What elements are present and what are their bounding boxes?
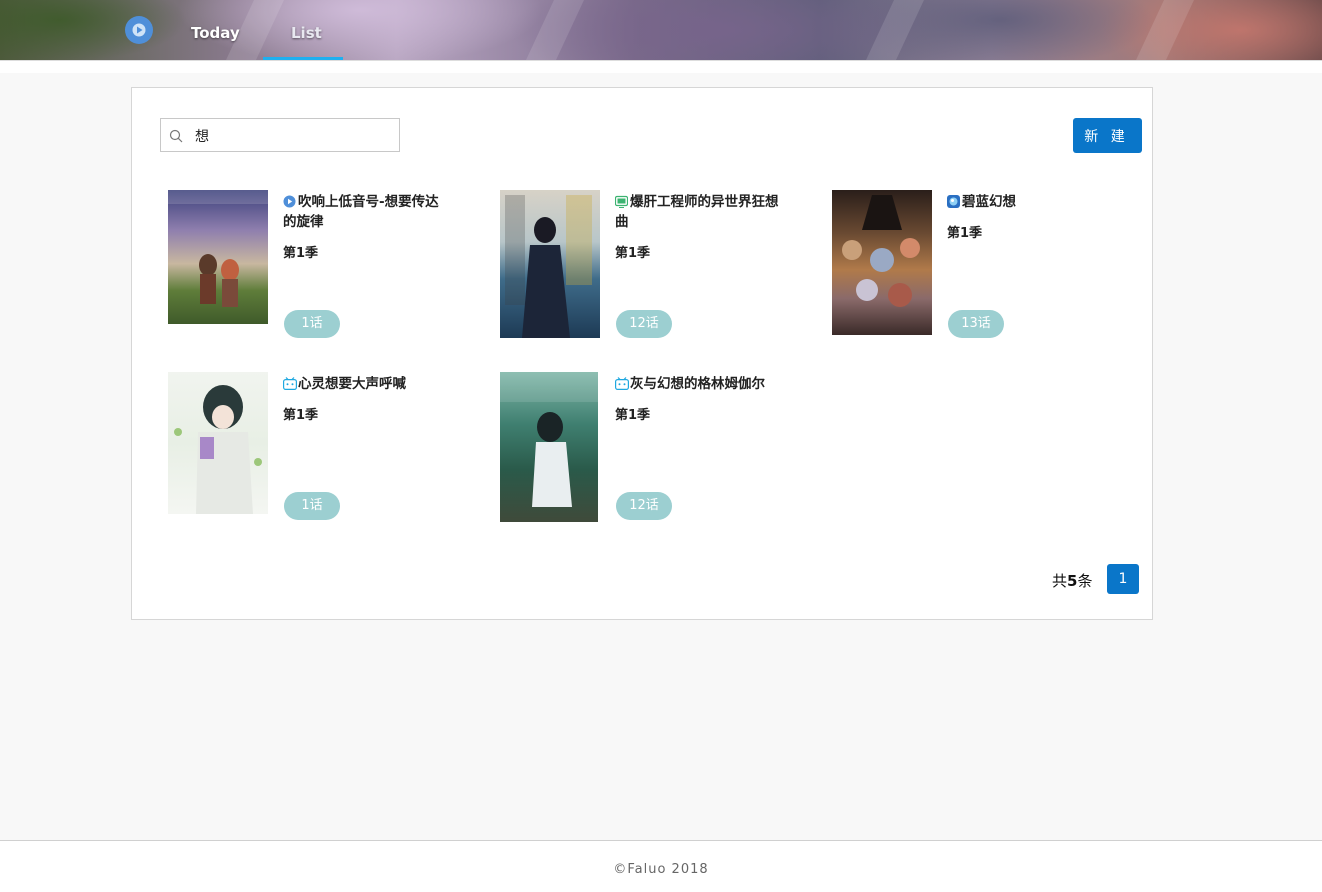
episode-badge[interactable]: 1话 [284,492,340,520]
total-suffix: 条 [1077,572,1093,590]
list-item[interactable]: 心灵想要大声呼喊 第1季 1话 [168,372,488,532]
footer: ©Faluo 2018 [0,840,1322,892]
item-title[interactable]: 灰与幻想的格林姆伽尔 [615,374,780,394]
bilibili-icon [283,376,298,391]
total-number: 5 [1067,572,1078,590]
episode-badge[interactable]: 12话 [616,310,672,338]
tv-icon [614,194,629,208]
item-title-text: 吹响上低音号-想要传达的旋律 [283,194,439,230]
item-title[interactable]: 心灵想要大声呼喊 [283,374,448,394]
header-banner: Today List [0,0,1322,60]
list-item[interactable]: 爆肝工程师的异世界狂想曲 第1季 12话 [500,190,820,350]
total-prefix: 共 [1052,572,1068,590]
item-season: 第1季 [615,246,651,261]
play-circle-icon [283,194,296,208]
item-title[interactable]: 吹响上低音号-想要传达的旋律 [283,192,448,232]
tab-list[interactable]: List [291,24,322,42]
footer-copyright: ©Faluo 2018 [613,862,709,877]
list-item[interactable]: 灰与幻想的格林姆伽尔 第1季 12话 [500,372,820,532]
header-divider [0,60,1322,73]
cover-image[interactable] [500,372,598,522]
cover-image[interactable] [832,190,932,335]
search-box[interactable] [160,118,400,153]
item-title-text: 心灵想要大声呼喊 [298,376,406,392]
search-input[interactable] [193,119,397,153]
cover-image[interactable] [500,190,600,338]
item-season: 第1季 [283,408,319,423]
page-button-1[interactable]: 1 [1107,564,1139,594]
item-season: 第1季 [283,246,319,261]
item-title-text: 爆肝工程师的异世界狂想曲 [615,194,779,230]
item-season: 第1季 [615,408,651,423]
logo-play-icon[interactable] [125,16,153,44]
episode-badge[interactable]: 12话 [616,492,672,520]
item-title[interactable]: 碧蓝幻想 [947,192,1112,212]
list-item[interactable]: 碧蓝幻想 第1季 13话 [832,190,1152,350]
item-season: 第1季 [947,226,983,241]
item-title-text: 灰与幻想的格林姆伽尔 [630,376,765,392]
item-title[interactable]: 爆肝工程师的异世界狂想曲 [614,192,780,232]
list-item[interactable]: 吹响上低音号-想要传达的旋律 第1季 1话 [168,190,488,350]
list-panel: 新 建 吹响上低音号-想要传达的旋律 第1季 1话 爆肝工程师的异世界狂想 [131,87,1153,620]
cover-image[interactable] [168,190,268,324]
total-count: 共5条 [1052,570,1092,591]
search-icon [169,128,183,147]
blue-sphere-icon [947,194,960,208]
episode-badge[interactable]: 1话 [284,310,340,338]
tab-today[interactable]: Today [191,24,240,42]
episode-badge[interactable]: 13话 [948,310,1004,338]
bilibili-icon [615,376,630,391]
cover-image[interactable] [168,372,268,514]
item-title-text: 碧蓝幻想 [962,194,1016,210]
new-button[interactable]: 新 建 [1073,118,1142,153]
